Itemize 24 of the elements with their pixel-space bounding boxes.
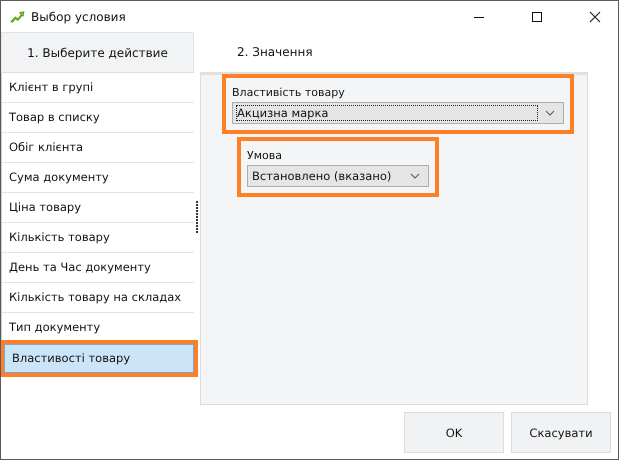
step-tab[interactable]: 1. Выберите действие	[1, 32, 194, 72]
maximize-icon[interactable]	[531, 10, 543, 22]
field-label: Умова	[247, 149, 283, 162]
list-item[interactable]: Ціна товару	[2, 193, 194, 223]
cancel-button[interactable]: Скасувати	[511, 412, 611, 453]
list-item[interactable]: День та Час документу	[2, 253, 194, 283]
ok-button[interactable]: OK	[404, 412, 504, 453]
arrow-up-icon	[9, 10, 25, 24]
dropdown[interactable]: Акцизна марка	[232, 102, 564, 124]
list-item[interactable]: Властивості товару	[4, 344, 194, 373]
chevron-down-icon[interactable]	[410, 173, 420, 179]
list-item[interactable]: Кількість товару	[2, 223, 194, 253]
field-label: Властивість товару	[232, 86, 346, 99]
list-item[interactable]: Товар в списку	[2, 103, 194, 133]
list-item[interactable]: Кількість товару на складах	[2, 283, 194, 313]
list-item[interactable]: Обіг клієнта	[2, 133, 194, 163]
window-title: Выбор условия	[31, 10, 126, 24]
list-item[interactable]: Сума документу	[2, 163, 194, 193]
close-icon[interactable]	[589, 10, 601, 22]
list-item[interactable]: Тип документу	[2, 313, 194, 343]
step-tab[interactable]: 2. Значення	[200, 32, 588, 72]
chevron-down-icon[interactable]	[545, 110, 555, 116]
dropdown[interactable]: Встановлено (вказано)	[247, 165, 429, 187]
list-item[interactable]: Клієнт в групі	[2, 73, 194, 103]
